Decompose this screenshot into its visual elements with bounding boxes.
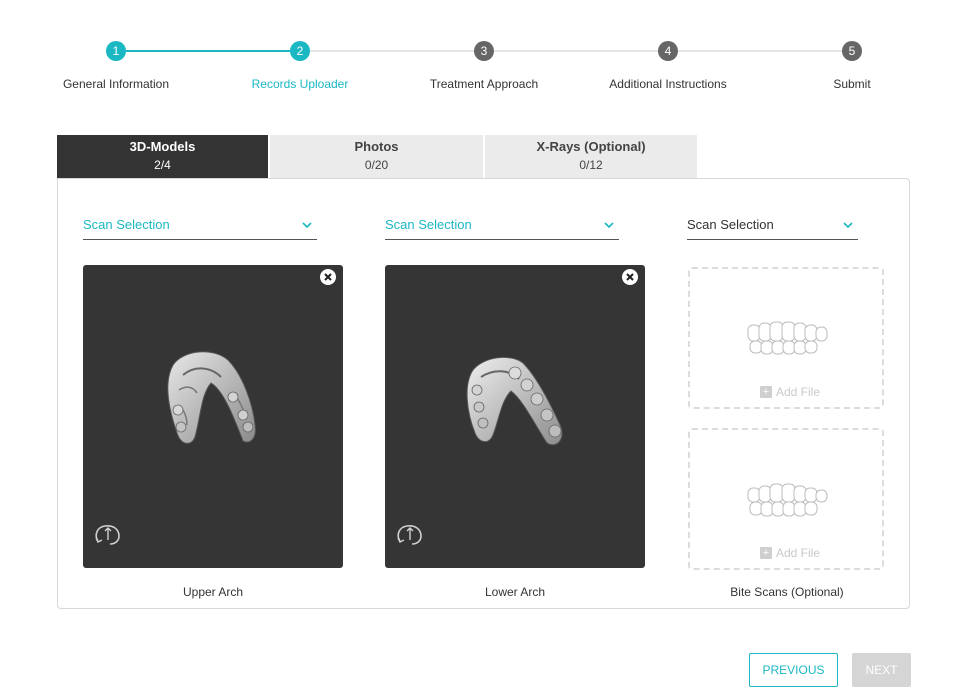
step-connector-3-4 xyxy=(494,50,658,52)
upper-arch-label: Upper Arch xyxy=(182,585,244,599)
add-file-button-2[interactable]: + Add File xyxy=(760,546,820,560)
step-1-circle[interactable]: 1 xyxy=(106,41,126,61)
uploader-panel: Scan Selection Upper Arch Scan Selection… xyxy=(57,178,910,609)
step-connector-2-3 xyxy=(310,50,474,52)
chevron-down-icon xyxy=(842,218,854,233)
step-1-label[interactable]: General Information xyxy=(36,77,196,91)
tab-x-rays-name: X-Rays (Optional) xyxy=(536,139,646,154)
step-5-label[interactable]: Submit xyxy=(772,77,932,91)
lower-scan-selection-dropdown[interactable]: Scan Selection xyxy=(385,216,619,240)
bite-scan-selection-value: Scan Selection xyxy=(687,217,774,232)
bite-scan-dropzone-2[interactable]: + Add File xyxy=(688,428,884,570)
step-3-circle[interactable]: 3 xyxy=(474,41,494,61)
plus-icon: + xyxy=(760,547,772,559)
tab-3d-models-name: 3D-Models xyxy=(129,139,196,154)
bite-scan-dropzone-1[interactable]: + Add File xyxy=(688,267,884,409)
add-file-button-1[interactable]: + Add File xyxy=(760,385,820,399)
chevron-down-icon xyxy=(301,218,313,233)
add-file-label-1: Add File xyxy=(776,385,821,399)
remove-upper-scan-close-icon[interactable] xyxy=(320,269,336,285)
tab-photos-count: 0/20 xyxy=(364,158,389,172)
rotate-view-icon[interactable] xyxy=(393,523,427,554)
tab-photos-name: Photos xyxy=(354,139,399,154)
record-type-tabs: 3D-Models 2/4 Photos 0/20 X-Rays (Option… xyxy=(57,135,697,178)
add-file-label-2: Add File xyxy=(776,546,821,560)
step-connector-1-2 xyxy=(126,50,290,52)
bite-scans-label: Bite Scans (Optional) xyxy=(730,585,844,599)
upper-arch-3d-viewer[interactable] xyxy=(83,265,343,568)
step-4-circle[interactable]: 4 xyxy=(658,41,678,61)
step-connector-4-5 xyxy=(678,50,842,52)
lower-scan-selection-value: Scan Selection xyxy=(385,217,472,232)
bite-teeth-icon xyxy=(747,321,828,355)
step-3-label[interactable]: Treatment Approach xyxy=(404,77,564,91)
progress-stepper: 1 2 3 4 5 General Information Records Up… xyxy=(0,0,968,110)
previous-button[interactable]: PREVIOUS xyxy=(749,653,838,687)
tab-3d-models-count: 2/4 xyxy=(154,158,171,172)
bite-teeth-icon xyxy=(747,483,828,517)
tab-3d-models[interactable]: 3D-Models 2/4 xyxy=(57,135,270,178)
next-button[interactable]: NEXT xyxy=(852,653,911,687)
remove-lower-scan-close-icon[interactable] xyxy=(622,269,638,285)
plus-icon: + xyxy=(760,386,772,398)
tab-x-rays[interactable]: X-Rays (Optional) 0/12 xyxy=(485,135,697,178)
lower-arch-label: Lower Arch xyxy=(484,585,546,599)
upper-scan-selection-dropdown[interactable]: Scan Selection xyxy=(83,216,317,240)
tab-x-rays-count: 0/12 xyxy=(579,158,603,172)
step-5-circle[interactable]: 5 xyxy=(842,41,862,61)
lower-arch-3d-viewer[interactable] xyxy=(385,265,645,568)
rotate-view-icon[interactable] xyxy=(91,523,125,554)
chevron-down-icon xyxy=(603,218,615,233)
step-4-label[interactable]: Additional Instructions xyxy=(588,77,748,91)
tab-photos[interactable]: Photos 0/20 xyxy=(270,135,485,178)
step-2-circle[interactable]: 2 xyxy=(290,41,310,61)
upper-scan-selection-value: Scan Selection xyxy=(83,217,170,232)
bite-scan-selection-dropdown[interactable]: Scan Selection xyxy=(687,216,858,240)
step-2-label[interactable]: Records Uploader xyxy=(220,77,380,91)
